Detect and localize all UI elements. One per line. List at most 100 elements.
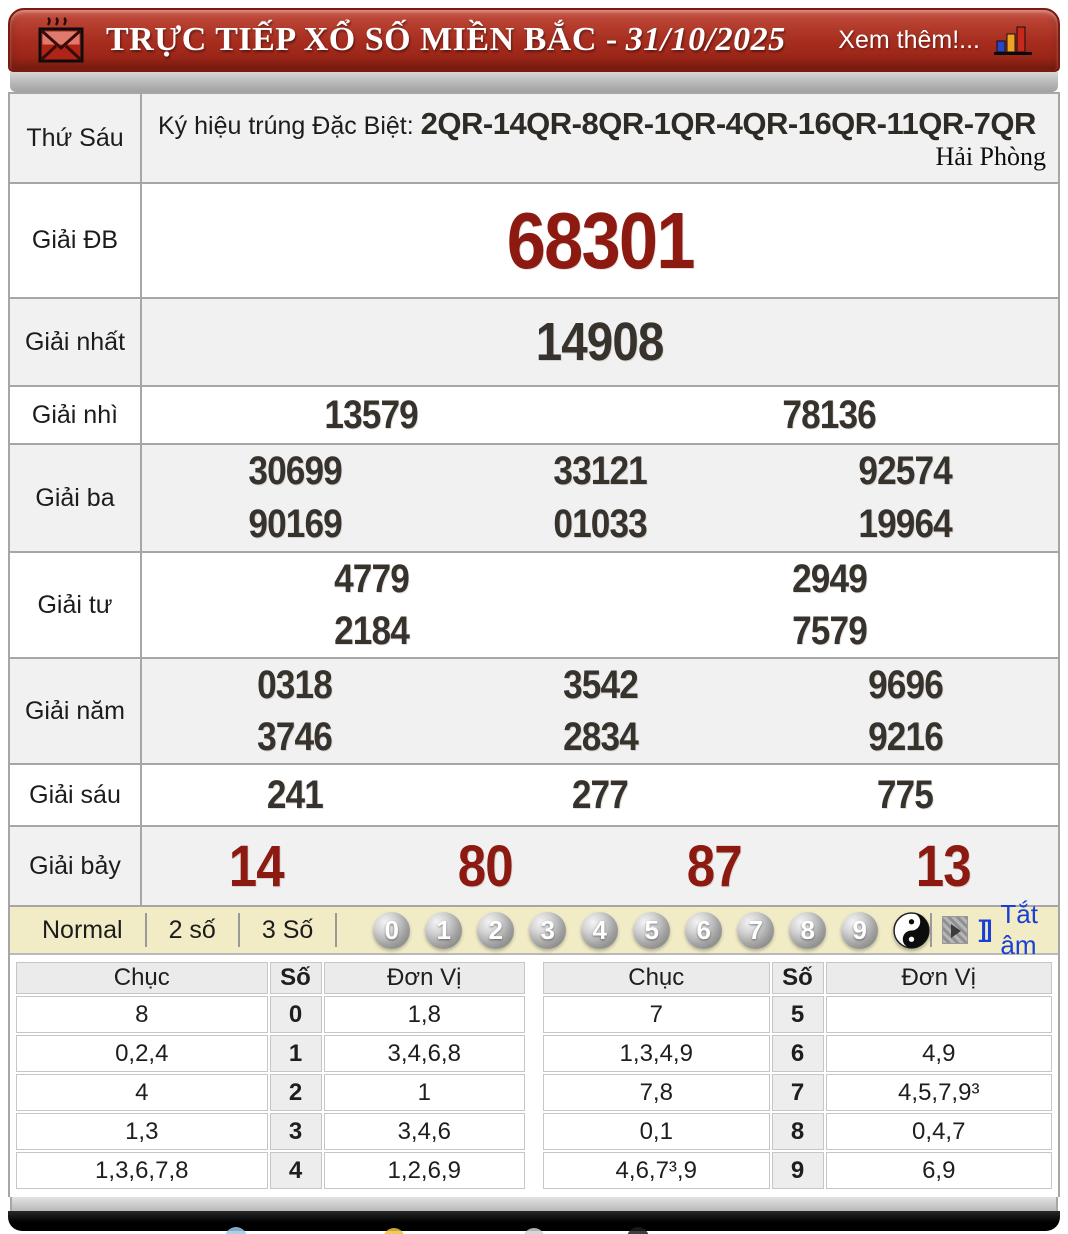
prize-number: 4779	[333, 556, 410, 601]
loto-table-left: Chục Số Đơn Vị 8 0 1,8 0,2,4 1 3,4,6,8 4…	[14, 960, 527, 1191]
loto-row: 0,1 8 0,4,7	[543, 1113, 1052, 1150]
page-title: TRỰC TIẾP XỔ SỐ MIỀN BẮC -31/10/2025	[106, 21, 786, 58]
prize-number: 68301	[506, 195, 696, 285]
control-bar: Normal 2 số 3 Số 0 1 2 3 4 5 6 7 8 9]] …	[10, 899, 1058, 960]
loto-row: 7 5	[543, 996, 1052, 1033]
sound-waves-icon: ]]	[978, 916, 992, 943]
prize-number: 3746	[257, 714, 333, 759]
ball-9[interactable]: 9	[841, 911, 879, 949]
loto-row: 4,6,7³,9 9 6,9	[543, 1152, 1052, 1189]
ball-0[interactable]: 0	[373, 911, 411, 949]
digit-balls: 0 1 2 3 4 5 6 7 8 9	[373, 911, 931, 949]
col-header-donvi: Đơn Vị	[825, 962, 1052, 994]
row-third-prize: Giải ba 30699 33121 92574 90169 01033 19…	[10, 445, 1058, 553]
envelope-icon	[38, 17, 84, 63]
results-table: Thứ Sáu Ký hiệu trúng Đặc Biệt: 2QR-14QR…	[10, 92, 1058, 907]
see-more-link[interactable]: Xem thêm!...	[838, 26, 980, 55]
ball-1[interactable]: 1	[425, 911, 463, 949]
ball-4[interactable]: 4	[581, 911, 619, 949]
ball-3[interactable]: 3	[529, 911, 567, 949]
prize-number: 9216	[867, 714, 944, 759]
chuc-cell: 7,8	[543, 1074, 770, 1111]
loto-row: 7,8 7 4,5,7,9³	[543, 1074, 1052, 1111]
donvi-cell	[825, 996, 1052, 1033]
prize-number: 92574	[858, 449, 953, 493]
donvi-cell: 1	[323, 1074, 525, 1111]
chuc-cell: 1,3	[16, 1113, 268, 1150]
digit-cell: 0	[269, 996, 322, 1033]
draw-date: 31/10/2025	[625, 21, 786, 58]
symbol-prefix: Ký hiệu trúng Đặc Biệt:	[158, 112, 421, 140]
mute-button[interactable]: Tắt âm	[1000, 899, 1051, 961]
row-fourth-prize: Giải tư 4779 2949 2184 7579	[10, 553, 1058, 659]
row-special-prize: Giải ĐB 68301	[10, 184, 1058, 299]
ball-5[interactable]: 5	[633, 911, 671, 949]
digit-cell: 5	[771, 996, 824, 1033]
loto-row: 4 2 1	[16, 1074, 525, 1111]
prize-number: 9696	[867, 662, 944, 707]
yin-yang-icon[interactable]	[893, 911, 931, 949]
col-header-chuc: Chục	[543, 962, 770, 994]
ball-8[interactable]: 8	[789, 911, 827, 949]
prize-label: Giải bảy	[10, 827, 142, 905]
mode-2so-button[interactable]: 2 số	[147, 916, 238, 945]
mode-normal-button[interactable]: Normal	[36, 916, 145, 945]
digit-cell: 4	[269, 1152, 322, 1189]
chuc-cell: 4	[16, 1074, 268, 1111]
prize-label: Giải nhất	[10, 299, 142, 385]
bottom-gray-bar	[10, 1197, 1058, 1211]
province-name: Hải Phòng	[935, 142, 1047, 172]
col-header-so: Số	[269, 962, 322, 994]
prize-number: 90169	[247, 502, 342, 546]
prize-label: Giải ba	[10, 445, 142, 551]
donvi-cell: 4,9	[825, 1035, 1052, 1072]
donvi-cell: 3,4,6	[323, 1113, 525, 1150]
row-seventh-prize: Giải bảy 14 80 87 13	[10, 827, 1058, 907]
header-bar: TRỰC TIẾP XỔ SỐ MIỀN BẮC -31/10/2025 Xem…	[8, 8, 1060, 72]
row-fifth-prize: Giải năm 0318 3542 9696 3746 2834 9216	[10, 659, 1058, 765]
row-second-prize: Giải nhì 13579 78136	[10, 387, 1058, 445]
prize-number: 7579	[791, 608, 868, 653]
loto-table-right: Chục Số Đơn Vị 7 5 1,3,4,9 6 4,9 7,8 7 4…	[541, 960, 1054, 1191]
row-sixth-prize: Giải sáu 241 277 775	[10, 765, 1058, 827]
prize-number: 775	[877, 772, 934, 817]
mode-3so-button[interactable]: 3 Số	[240, 916, 335, 945]
prize-label: Giải năm	[10, 659, 142, 763]
donvi-cell: 1,2,6,9	[323, 1152, 525, 1189]
prize-label: Giải tư	[10, 553, 142, 657]
bar-chart-icon[interactable]	[994, 24, 1032, 56]
weekday-label: Thứ Sáu	[10, 94, 142, 182]
digit-cell: 1	[269, 1035, 322, 1072]
prize-number: 14	[228, 833, 285, 899]
ball-6[interactable]: 6	[685, 911, 723, 949]
loto-row: 1,3,6,7,8 4 1,2,6,9	[16, 1152, 525, 1189]
speaker-icon[interactable]	[942, 916, 969, 944]
header-divider	[10, 72, 1058, 92]
symbol-codes-cell: Ký hiệu trúng Đặc Biệt: 2QR-14QR-8QR-1QR…	[142, 94, 1058, 182]
digit-cell: 9	[771, 1152, 824, 1189]
donvi-cell: 4,5,7,9³	[825, 1074, 1052, 1111]
chuc-cell: 4,6,7³,9	[543, 1152, 770, 1189]
lottery-widget: TRỰC TIẾP XỔ SỐ MIỀN BẮC -31/10/2025 Xem…	[0, 0, 1068, 1234]
prize-number: 241	[266, 772, 324, 817]
divider	[335, 913, 338, 947]
loto-section: Chục Số Đơn Vị 8 0 1,8 0,2,4 1 3,4,6,8 4…	[10, 955, 1058, 1197]
prize-number: 33121	[553, 449, 647, 493]
row-symbol-codes: Thứ Sáu Ký hiệu trúng Đặc Biệt: 2QR-14QR…	[10, 94, 1058, 184]
prize-number: 0318	[257, 662, 333, 707]
donvi-cell: 0,4,7	[825, 1113, 1052, 1150]
digit-cell: 2	[269, 1074, 322, 1111]
prize-label: Giải sáu	[10, 765, 142, 825]
divider	[930, 913, 933, 947]
donvi-cell: 6,9	[825, 1152, 1052, 1189]
chuc-cell: 7	[543, 996, 770, 1033]
chuc-cell: 1,3,6,7,8	[16, 1152, 268, 1189]
ball-7[interactable]: 7	[737, 911, 775, 949]
prize-number: 13579	[324, 392, 418, 437]
chuc-cell: 8	[16, 996, 268, 1033]
ball-2[interactable]: 2	[477, 911, 515, 949]
prize-number: 2949	[791, 556, 868, 601]
prize-number: 30699	[247, 449, 342, 493]
prize-label: Giải nhì	[10, 387, 142, 443]
prize-number: 14908	[536, 312, 665, 372]
